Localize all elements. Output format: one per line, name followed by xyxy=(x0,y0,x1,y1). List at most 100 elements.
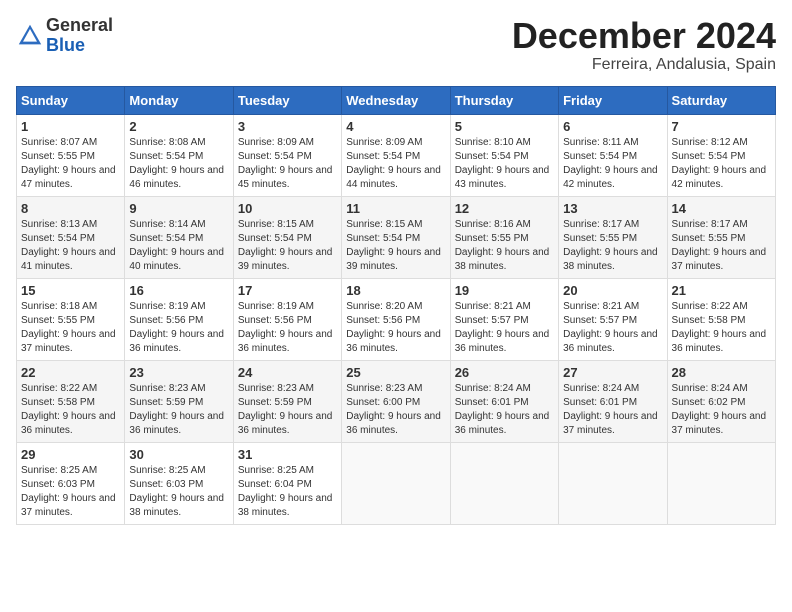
calendar-cell: 24Sunrise: 8:23 AMSunset: 5:59 PMDayligh… xyxy=(233,360,341,442)
header-sunday: Sunday xyxy=(17,86,125,114)
calendar-cell: 12 Sunrise: 8:16 AMSunset: 5:55 PMDayligh… xyxy=(450,196,558,278)
day-details: Sunrise: 8:22 AMSunset: 5:58 PMDaylight:… xyxy=(21,382,120,438)
day-number: 15 xyxy=(21,283,120,298)
day-details: Sunrise: 8:17 AMSunset: 5:55 PMDaylight:… xyxy=(672,218,771,274)
logo-blue: Blue xyxy=(46,36,113,56)
day-details: Sunrise: 8:18 AMSunset: 5:55 PMDaylight:… xyxy=(21,300,120,356)
day-number: 25 xyxy=(346,365,445,380)
day-number: 13 xyxy=(563,201,662,216)
calendar-table: SundayMondayTuesdayWednesdayThursdayFrid… xyxy=(16,86,776,525)
calendar-cell: 21 Sunrise: 8:22 AMSunset: 5:58 PMDayligh… xyxy=(667,278,775,360)
calendar-cell: 14 Sunrise: 8:17 AMSunset: 5:55 PMDayligh… xyxy=(667,196,775,278)
day-details: Sunrise: 8:21 AMSunset: 5:57 PMDaylight:… xyxy=(563,300,662,356)
day-details: Sunrise: 8:24 AMSunset: 6:01 PMDaylight:… xyxy=(455,382,554,438)
calendar-cell: 31 Sunrise: 8:25 AMSunset: 6:04 PMDayligh… xyxy=(233,442,341,524)
calendar-cell: 13 Sunrise: 8:17 AMSunset: 5:55 PMDayligh… xyxy=(559,196,667,278)
day-details: Sunrise: 8:09 AMSunset: 5:54 PMDaylight:… xyxy=(238,136,337,192)
day-details: Sunrise: 8:25 AMSunset: 6:03 PMDaylight:… xyxy=(21,464,120,520)
logo-general: General xyxy=(46,16,113,36)
day-number: 30 xyxy=(129,447,228,462)
day-details: Sunrise: 8:11 AMSunset: 5:54 PMDaylight:… xyxy=(563,136,662,192)
day-details: Sunrise: 8:22 AMSunset: 5:58 PMDaylight:… xyxy=(672,300,771,356)
calendar-cell: 9 Sunrise: 8:14 AMSunset: 5:54 PMDaylight… xyxy=(125,196,233,278)
month-title: December 2024 xyxy=(512,16,776,56)
logo-icon xyxy=(16,22,44,50)
day-number: 31 xyxy=(238,447,337,462)
header-wednesday: Wednesday xyxy=(342,86,450,114)
day-number: 27 xyxy=(563,365,662,380)
day-details: Sunrise: 8:17 AMSunset: 5:55 PMDaylight:… xyxy=(563,218,662,274)
calendar-cell: 3 Sunrise: 8:09 AMSunset: 5:54 PMDaylight… xyxy=(233,114,341,196)
calendar-cell: 17 Sunrise: 8:19 AMSunset: 5:56 PMDayligh… xyxy=(233,278,341,360)
day-number: 29 xyxy=(21,447,120,462)
day-number: 28 xyxy=(672,365,771,380)
header: General Blue December 2024 Ferreira, And… xyxy=(16,16,776,74)
calendar-week-row: 15 Sunrise: 8:18 AMSunset: 5:55 PMDayligh… xyxy=(17,278,776,360)
day-details: Sunrise: 8:07 AMSunset: 5:55 PMDaylight:… xyxy=(21,136,120,192)
day-number: 18 xyxy=(346,283,445,298)
day-number: 21 xyxy=(672,283,771,298)
calendar-cell: 2 Sunrise: 8:08 AMSunset: 5:54 PMDaylight… xyxy=(125,114,233,196)
calendar-week-row: 29 Sunrise: 8:25 AMSunset: 6:03 PMDayligh… xyxy=(17,442,776,524)
day-details: Sunrise: 8:12 AMSunset: 5:54 PMDaylight:… xyxy=(672,136,771,192)
calendar-cell: 10 Sunrise: 8:15 AMSunset: 5:54 PMDayligh… xyxy=(233,196,341,278)
calendar-cell: 5 Sunrise: 8:10 AMSunset: 5:54 PMDaylight… xyxy=(450,114,558,196)
day-details: Sunrise: 8:13 AMSunset: 5:54 PMDaylight:… xyxy=(21,218,120,274)
calendar-cell xyxy=(667,442,775,524)
calendar-cell: 22Sunrise: 8:22 AMSunset: 5:58 PMDayligh… xyxy=(17,360,125,442)
calendar-cell: 25 Sunrise: 8:23 AMSunset: 6:00 PMDayligh… xyxy=(342,360,450,442)
day-details: Sunrise: 8:14 AMSunset: 5:54 PMDaylight:… xyxy=(129,218,228,274)
day-details: Sunrise: 8:08 AMSunset: 5:54 PMDaylight:… xyxy=(129,136,228,192)
header-thursday: Thursday xyxy=(450,86,558,114)
day-number: 1 xyxy=(21,119,120,134)
day-number: 4 xyxy=(346,119,445,134)
calendar-cell xyxy=(342,442,450,524)
day-number: 17 xyxy=(238,283,337,298)
calendar-cell: 4Sunrise: 8:09 AMSunset: 5:54 PMDaylight… xyxy=(342,114,450,196)
day-number: 11 xyxy=(346,201,445,216)
location-title: Ferreira, Andalusia, Spain xyxy=(512,56,776,74)
calendar-cell xyxy=(559,442,667,524)
day-details: Sunrise: 8:23 AMSunset: 5:59 PMDaylight:… xyxy=(238,382,337,438)
day-details: Sunrise: 8:15 AMSunset: 5:54 PMDaylight:… xyxy=(346,218,445,274)
day-details: Sunrise: 8:24 AMSunset: 6:02 PMDaylight:… xyxy=(672,382,771,438)
day-number: 9 xyxy=(129,201,228,216)
day-number: 16 xyxy=(129,283,228,298)
calendar-cell: 28 Sunrise: 8:24 AMSunset: 6:02 PMDayligh… xyxy=(667,360,775,442)
calendar-cell: 18 Sunrise: 8:20 AMSunset: 5:56 PMDayligh… xyxy=(342,278,450,360)
title-area: December 2024 Ferreira, Andalusia, Spain xyxy=(512,16,776,74)
calendar-week-row: 8Sunrise: 8:13 AMSunset: 5:54 PMDaylight… xyxy=(17,196,776,278)
day-details: Sunrise: 8:16 AMSunset: 5:55 PMDaylight:… xyxy=(455,218,554,274)
calendar-cell: 19 Sunrise: 8:21 AMSunset: 5:57 PMDayligh… xyxy=(450,278,558,360)
day-number: 23 xyxy=(129,365,228,380)
calendar-week-row: 22Sunrise: 8:22 AMSunset: 5:58 PMDayligh… xyxy=(17,360,776,442)
logo-text: General Blue xyxy=(46,16,113,56)
calendar-cell: 23Sunrise: 8:23 AMSunset: 5:59 PMDayligh… xyxy=(125,360,233,442)
day-details: Sunrise: 8:19 AMSunset: 5:56 PMDaylight:… xyxy=(238,300,337,356)
header-friday: Friday xyxy=(559,86,667,114)
calendar-cell: 8Sunrise: 8:13 AMSunset: 5:54 PMDaylight… xyxy=(17,196,125,278)
day-number: 12 xyxy=(455,201,554,216)
day-details: Sunrise: 8:25 AMSunset: 6:04 PMDaylight:… xyxy=(238,464,337,520)
calendar-cell: 7 Sunrise: 8:12 AMSunset: 5:54 PMDaylight… xyxy=(667,114,775,196)
calendar-cell: 6 Sunrise: 8:11 AMSunset: 5:54 PMDaylight… xyxy=(559,114,667,196)
calendar-cell: 20 Sunrise: 8:21 AMSunset: 5:57 PMDayligh… xyxy=(559,278,667,360)
day-details: Sunrise: 8:23 AMSunset: 6:00 PMDaylight:… xyxy=(346,382,445,438)
header-saturday: Saturday xyxy=(667,86,775,114)
day-number: 10 xyxy=(238,201,337,216)
day-number: 20 xyxy=(563,283,662,298)
day-details: Sunrise: 8:19 AMSunset: 5:56 PMDaylight:… xyxy=(129,300,228,356)
calendar-header-row: SundayMondayTuesdayWednesdayThursdayFrid… xyxy=(17,86,776,114)
day-details: Sunrise: 8:10 AMSunset: 5:54 PMDaylight:… xyxy=(455,136,554,192)
day-number: 14 xyxy=(672,201,771,216)
day-details: Sunrise: 8:21 AMSunset: 5:57 PMDaylight:… xyxy=(455,300,554,356)
day-number: 5 xyxy=(455,119,554,134)
day-number: 7 xyxy=(672,119,771,134)
day-details: Sunrise: 8:20 AMSunset: 5:56 PMDaylight:… xyxy=(346,300,445,356)
day-details: Sunrise: 8:15 AMSunset: 5:54 PMDaylight:… xyxy=(238,218,337,274)
calendar-cell: 15 Sunrise: 8:18 AMSunset: 5:55 PMDayligh… xyxy=(17,278,125,360)
day-number: 2 xyxy=(129,119,228,134)
day-number: 6 xyxy=(563,119,662,134)
day-number: 19 xyxy=(455,283,554,298)
day-number: 3 xyxy=(238,119,337,134)
